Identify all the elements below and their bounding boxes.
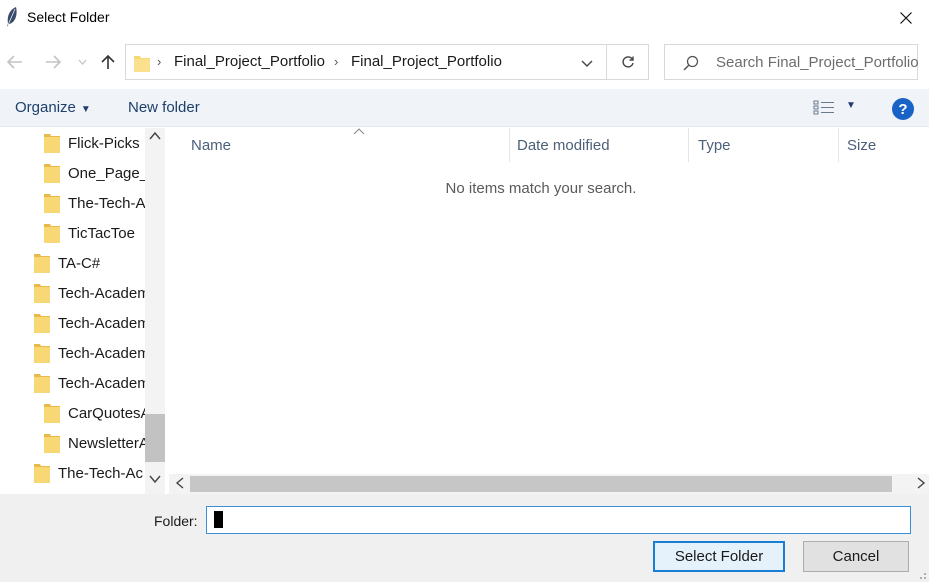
tree-item-label: TicTacToe: [68, 224, 135, 242]
tree-item[interactable]: TA-C#: [34, 248, 100, 278]
tree-item[interactable]: TicTacToe: [44, 218, 135, 248]
tree-item[interactable]: The-Tech-A: [44, 188, 145, 218]
file-list[interactable]: Name Date modified Type Size No items ma…: [165, 128, 929, 474]
scroll-left-icon[interactable]: [175, 476, 185, 490]
folder-icon: [44, 164, 60, 183]
folder-icon: [44, 194, 60, 213]
tree-item[interactable]: Tech-Academ: [34, 278, 145, 308]
close-button[interactable]: [883, 0, 929, 36]
organize-label: Organize: [15, 99, 76, 116]
folder-icon: [34, 374, 50, 393]
select-folder-button[interactable]: Select Folder: [653, 541, 785, 572]
tree-item-label: CarQuotesA: [68, 404, 145, 422]
title-bar: Select Folder: [0, 0, 929, 36]
tree-item[interactable]: One_Page_W: [44, 158, 145, 188]
nav-pane-scrollbar[interactable]: [145, 128, 165, 494]
tree-item[interactable]: CarQuotesA: [44, 398, 145, 428]
tree-item[interactable]: NewsletterA: [44, 428, 145, 458]
search-box[interactable]: Search Final_Project_Portfolio: [664, 44, 919, 80]
window-title: Select Folder: [27, 9, 110, 25]
scrollbar-thumb[interactable]: [145, 414, 165, 462]
command-bar: Organize ▼ New folder ▼ ?: [0, 89, 929, 127]
folder-icon: [34, 344, 50, 363]
tree-item[interactable]: Tech-Academ: [34, 308, 145, 338]
folder-icon: [34, 284, 50, 303]
folder-icon: [44, 134, 60, 153]
folder-icon: [34, 254, 50, 273]
column-type-label: Type: [698, 136, 731, 154]
recent-locations-button[interactable]: [74, 49, 90, 75]
new-folder-button[interactable]: New folder: [128, 99, 200, 116]
scroll-right-icon[interactable]: [916, 476, 926, 490]
navigation-bar: › Final_Project_Portfolio › Final_Projec…: [0, 36, 929, 88]
view-options-button[interactable]: ▼: [846, 100, 856, 111]
feather-icon: [7, 7, 17, 27]
tree-item[interactable]: Flick-Picks: [44, 128, 140, 158]
cancel-button[interactable]: Cancel: [803, 541, 909, 572]
sort-ascending-icon: [353, 128, 365, 135]
tree-item-label: NewsletterA: [68, 434, 145, 452]
forward-button[interactable]: [42, 49, 64, 75]
tree-item-label: Tech-Academ: [58, 284, 145, 302]
folder-label: Folder:: [154, 513, 198, 529]
tree-item-label: One_Page_W: [68, 164, 145, 182]
address-dropdown-icon[interactable]: [581, 57, 593, 69]
breadcrumb-separator: ›: [334, 54, 339, 69]
tree-item[interactable]: Tech-Academ: [34, 368, 145, 398]
caret-down-icon: ▼: [80, 104, 91, 115]
arrow-left-icon: [7, 55, 22, 69]
column-header-name[interactable]: Name: [183, 128, 510, 162]
back-button[interactable]: [4, 49, 26, 75]
view-details-icon[interactable]: [813, 99, 835, 115]
scroll-down-icon[interactable]: [149, 474, 161, 484]
help-button[interactable]: ?: [892, 98, 914, 120]
column-header-type[interactable]: Type: [690, 128, 839, 162]
empty-message: No items match your search.: [445, 180, 637, 197]
search-placeholder: Search Final_Project_Portfolio: [716, 54, 919, 71]
folder-icon: [34, 464, 50, 483]
tree-item-label: Tech-Academ: [58, 374, 145, 392]
navigation-pane: Flick-Picks One_Page_W The-Tech-A TicTacToe…: [0, 128, 165, 494]
column-header-date[interactable]: Date modified: [509, 128, 689, 162]
organize-button[interactable]: Organize ▼: [15, 99, 91, 116]
folder-icon: [44, 224, 60, 243]
tree-item-label: Flick-Picks: [68, 134, 140, 152]
close-icon: [900, 12, 912, 24]
tree-item[interactable]: The-Tech-Ac: [34, 458, 143, 488]
tree-item-label: The-Tech-A: [68, 194, 145, 212]
up-button[interactable]: [98, 49, 118, 75]
scrollbar-thumb[interactable]: [190, 476, 892, 492]
address-bar[interactable]: › Final_Project_Portfolio › Final_Projec…: [125, 44, 607, 80]
arrow-up-icon: [101, 54, 115, 69]
chevron-down-icon: [78, 59, 86, 65]
folder-icon: [34, 314, 50, 333]
search-icon: [683, 55, 699, 71]
column-size-label: Size: [847, 136, 877, 154]
text-cursor: [214, 511, 223, 528]
folder-input[interactable]: [206, 506, 911, 534]
arrow-right-icon: [46, 55, 61, 69]
breadcrumb-item[interactable]: Final_Project_Portfolio: [174, 53, 325, 70]
folder-icon: [134, 56, 150, 72]
dialog-footer: Folder: Select Folder Cancel: [0, 494, 929, 582]
horizontal-scrollbar[interactable]: [169, 474, 929, 494]
scroll-up-icon[interactable]: [149, 131, 161, 141]
tree-item[interactable]: Tech-Academ: [34, 338, 145, 368]
tree-item-label: The-Tech-Ac: [58, 464, 144, 482]
column-date-label: Date modified: [517, 136, 610, 154]
folder-icon: [44, 404, 60, 423]
breadcrumb-item[interactable]: Final_Project_Portfolio: [351, 53, 502, 70]
tree-item-label: TA-C#: [58, 254, 101, 272]
column-name-label: Name: [191, 136, 232, 154]
folder-icon: [44, 434, 60, 453]
refresh-button[interactable]: [607, 44, 649, 80]
tree-item-label: Tech-Academ: [58, 314, 145, 332]
tree-item-label: Tech-Academ: [58, 344, 145, 362]
refresh-icon: [621, 56, 634, 68]
breadcrumb-separator: ›: [157, 54, 162, 69]
resize-grip-icon[interactable]: [915, 572, 927, 581]
column-header-size[interactable]: Size: [839, 128, 929, 162]
